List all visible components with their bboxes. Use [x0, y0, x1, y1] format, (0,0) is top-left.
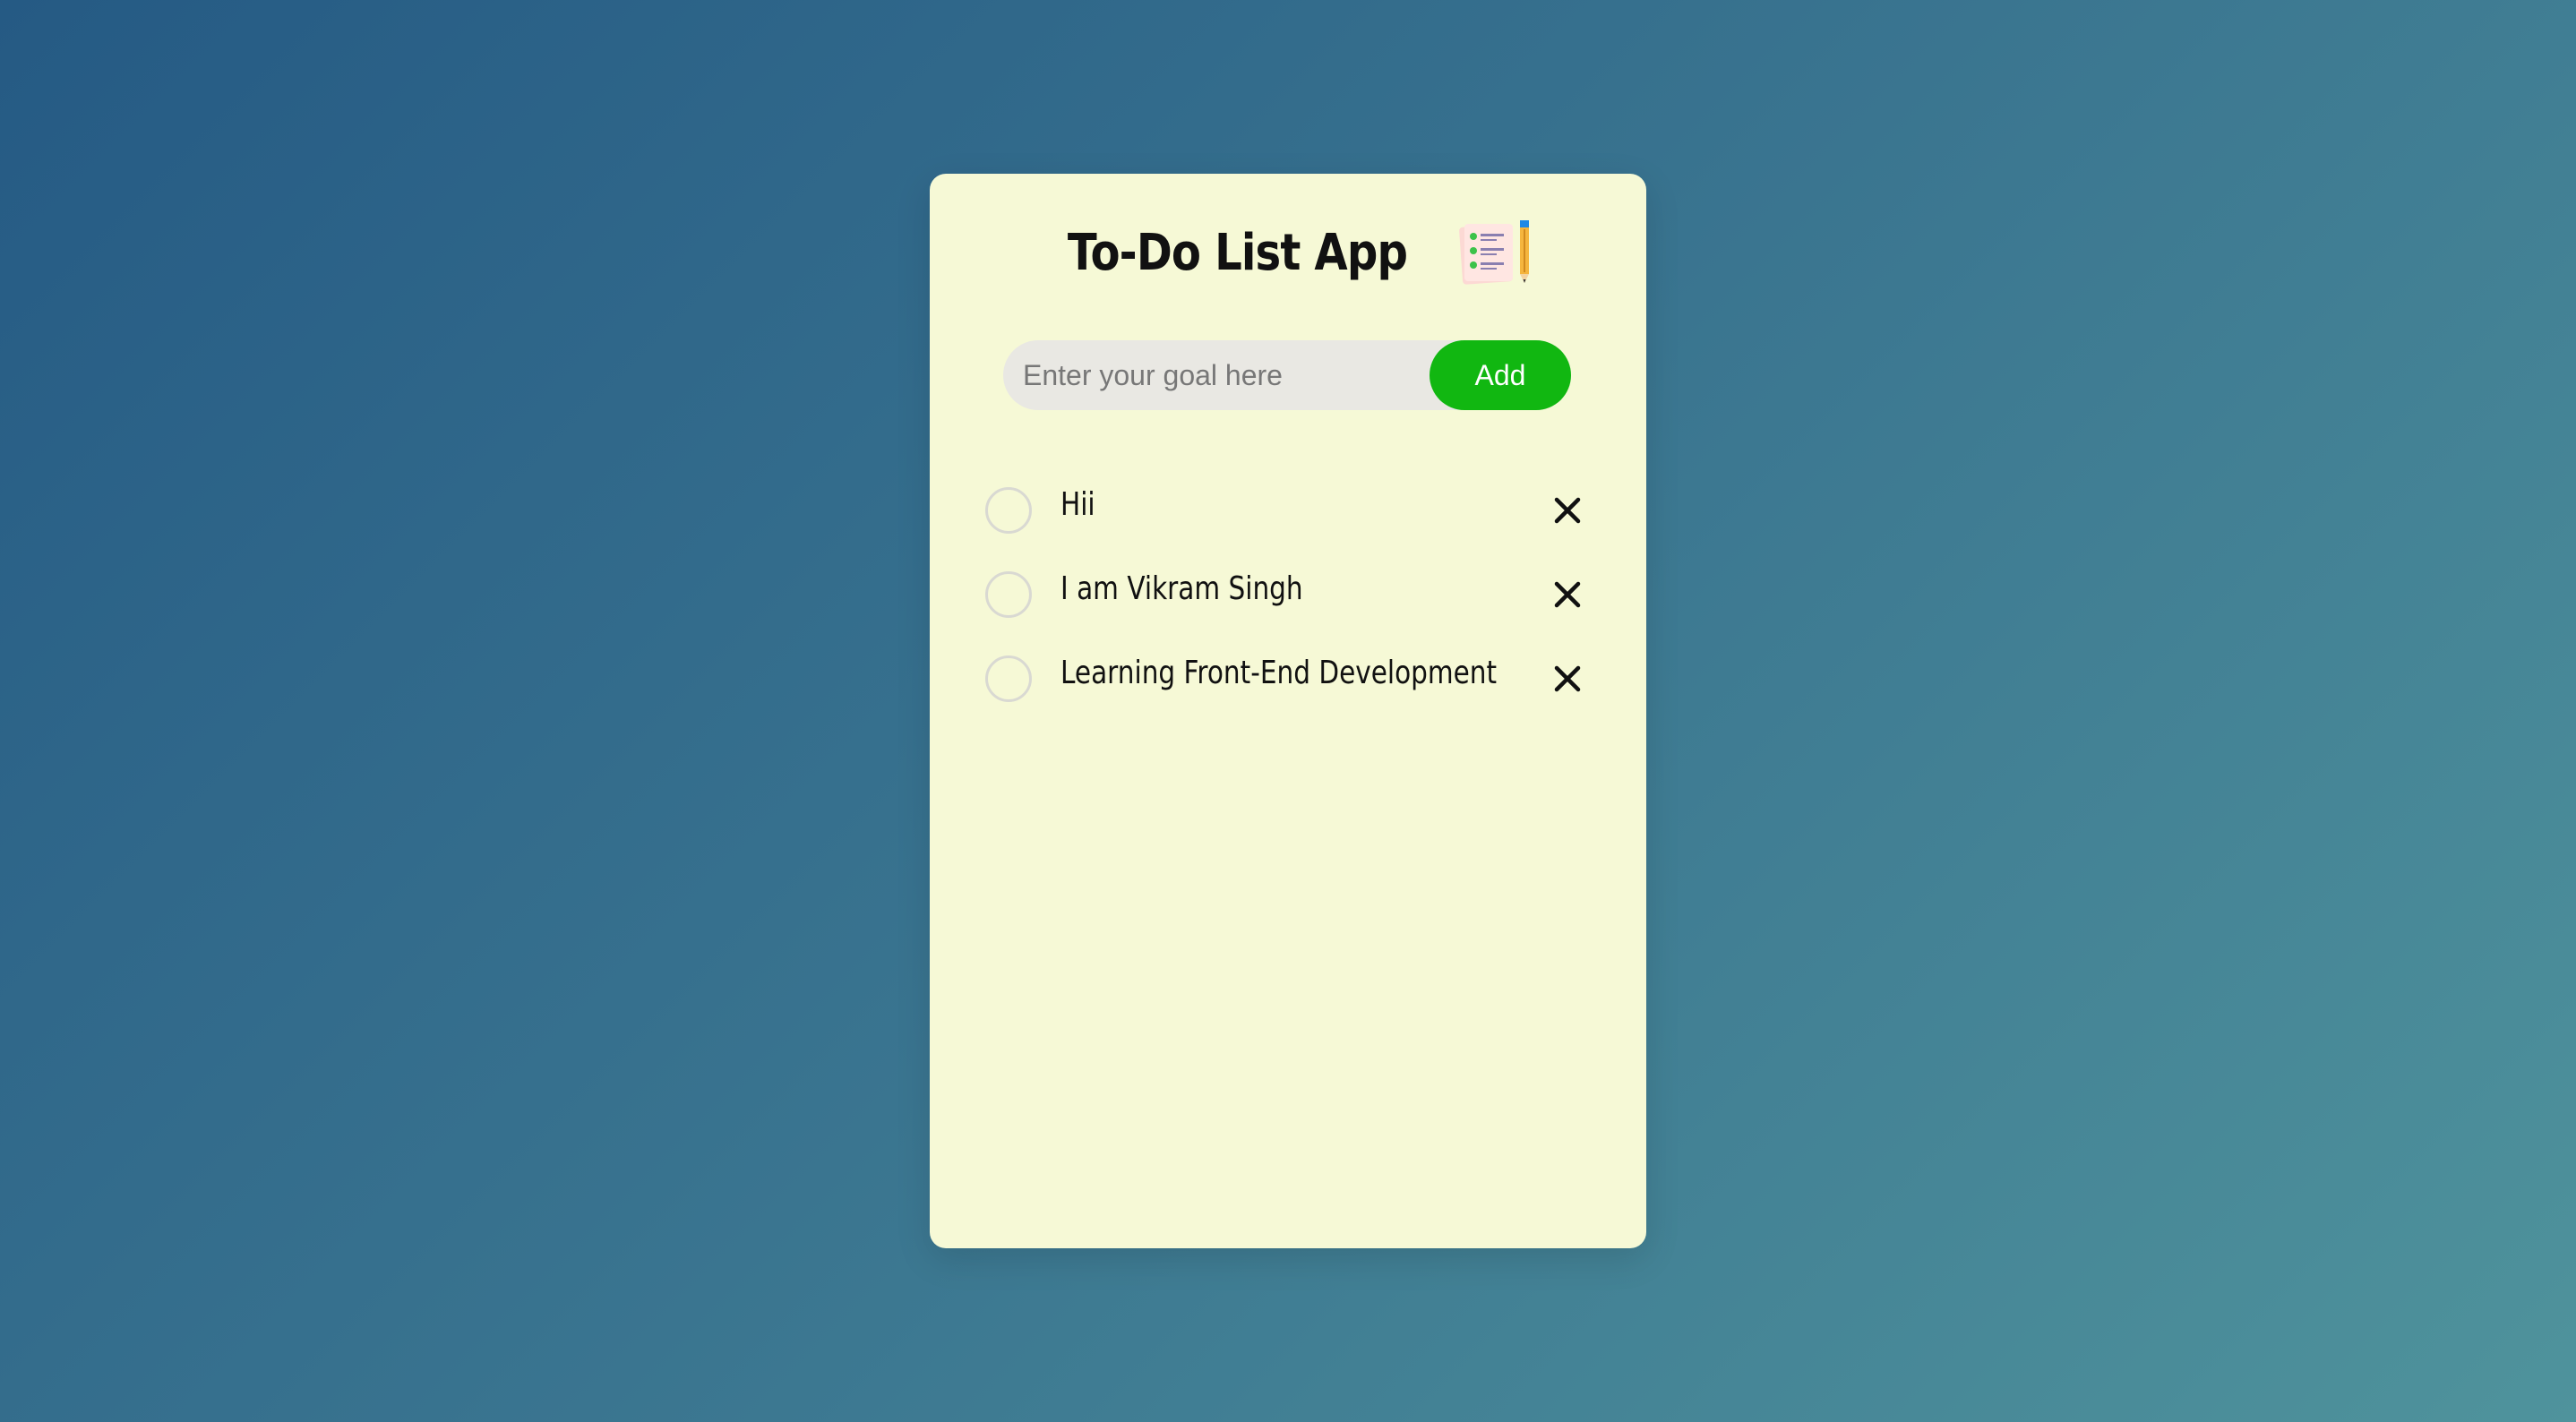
title-row: To-Do List App	[930, 218, 1646, 287]
task-list: Hii I am Vikram Singh Learning Front-End…	[985, 485, 1603, 738]
circle-checkbox-icon[interactable]	[985, 487, 1032, 534]
close-icon[interactable]	[1551, 663, 1584, 695]
goal-input[interactable]	[1023, 340, 1417, 410]
notepad-checklist-icon	[1455, 218, 1536, 287]
close-icon[interactable]	[1551, 578, 1584, 611]
task-item[interactable]: I am Vikram Singh	[985, 570, 1603, 654]
app-title: To-Do List App	[1067, 223, 1407, 282]
close-icon[interactable]	[1551, 494, 1584, 527]
add-button[interactable]: Add	[1430, 340, 1571, 410]
task-text: I am Vikram Singh	[1060, 570, 1303, 607]
task-text: Learning Front-End Development	[1060, 655, 1498, 691]
task-item[interactable]: Learning Front-End Development	[985, 654, 1603, 738]
circle-checkbox-icon[interactable]	[985, 655, 1032, 702]
todo-card: To-Do List App A	[930, 174, 1646, 1248]
goal-input-row: Add	[1003, 340, 1571, 410]
task-text: Hii	[1060, 486, 1095, 523]
task-item[interactable]: Hii	[985, 485, 1603, 570]
circle-checkbox-icon[interactable]	[985, 571, 1032, 618]
